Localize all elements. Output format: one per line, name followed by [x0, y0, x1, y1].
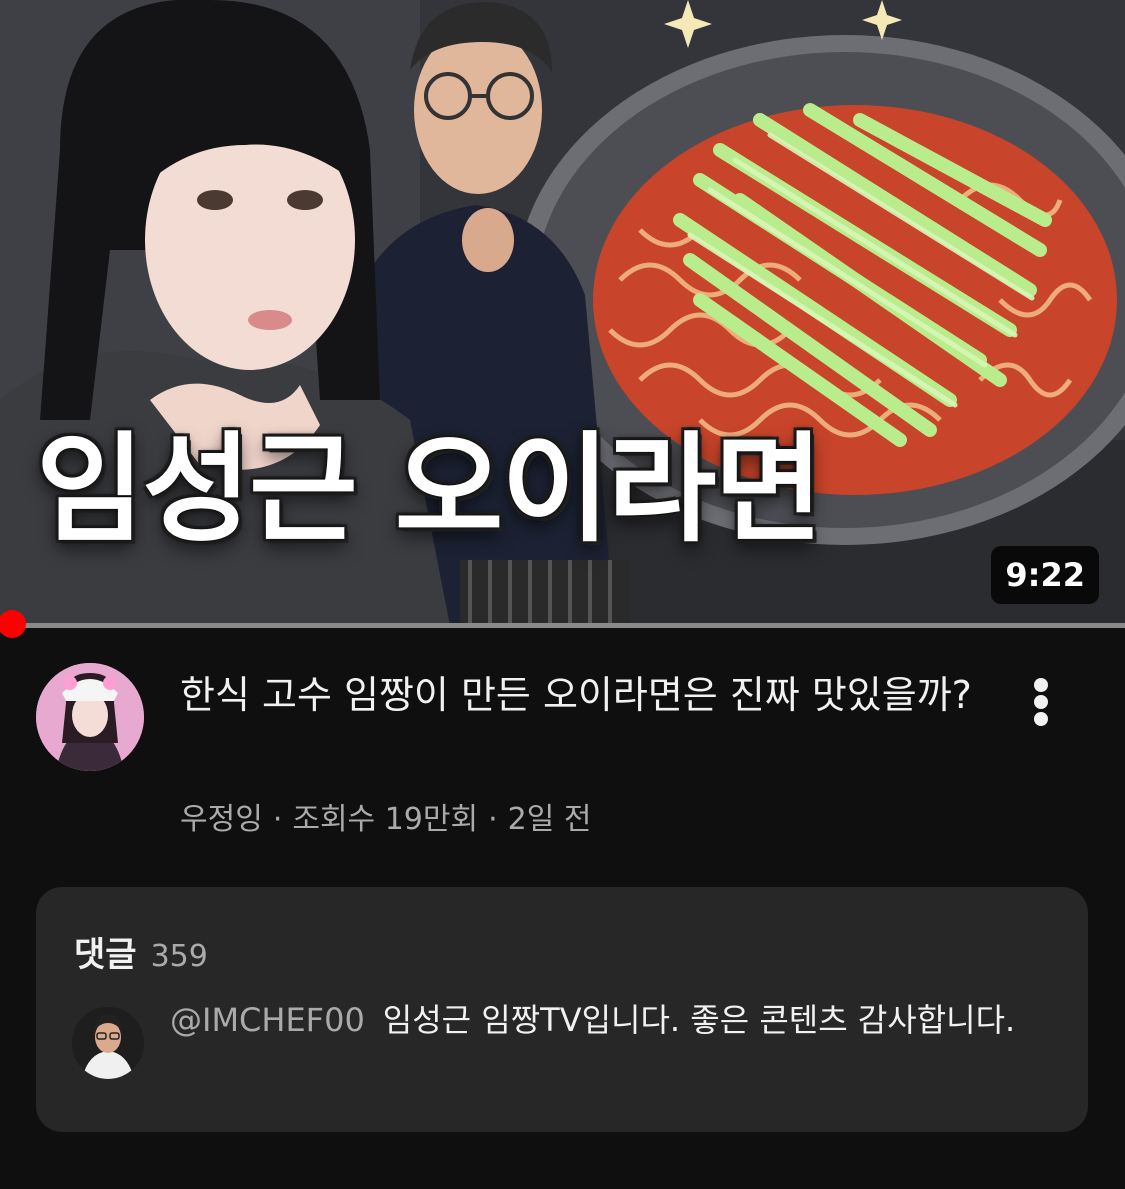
thumbnail-overlay-title: 임성근 오이라면	[36, 420, 823, 558]
comments-panel[interactable]: 댓글 359 @IMCHEF00 임성근 임짱TV입니다. 좋은 콘텐츠 감사합니다…	[36, 887, 1088, 1132]
video-metadata: 우정잉 · 조회수 19만회 · 2일 전	[180, 794, 591, 838]
comment-author[interactable]: @IMCHEF00	[170, 1001, 365, 1039]
progress-scrubber-handle[interactable]	[0, 610, 26, 638]
video-thumbnail[interactable]: 임성근 오이라면 9:22	[0, 0, 1125, 626]
meta-separator: ·	[272, 802, 283, 837]
comments-header: 댓글 359	[74, 927, 208, 976]
upload-age: 2일 전	[507, 802, 592, 837]
channel-name[interactable]: 우정잉	[180, 802, 263, 837]
comments-label: 댓글	[74, 935, 137, 975]
comments-count: 359	[150, 939, 208, 974]
top-comment: @IMCHEF00 임성근 임짱TV입니다. 좋은 콘텐츠 감사합니다.	[170, 997, 1050, 1043]
channel-avatar[interactable]	[36, 663, 144, 771]
commenter-avatar-image	[72, 1007, 144, 1079]
progress-bar[interactable]	[0, 623, 1125, 628]
duration-badge: 9:22	[991, 546, 1099, 604]
commenter-avatar[interactable]	[72, 1007, 144, 1079]
comment-text: 임성근 임짱TV입니다. 좋은 콘텐츠 감사합니다.	[382, 1001, 1016, 1039]
view-count: 조회수 19만회	[292, 802, 479, 837]
more-vert-icon[interactable]	[1018, 672, 1064, 732]
video-title[interactable]: 한식 고수 임짱이 만든 오이라면은 진짜 맛있을까?	[180, 668, 980, 722]
channel-avatar-image	[36, 663, 144, 771]
meta-separator: ·	[488, 802, 498, 837]
